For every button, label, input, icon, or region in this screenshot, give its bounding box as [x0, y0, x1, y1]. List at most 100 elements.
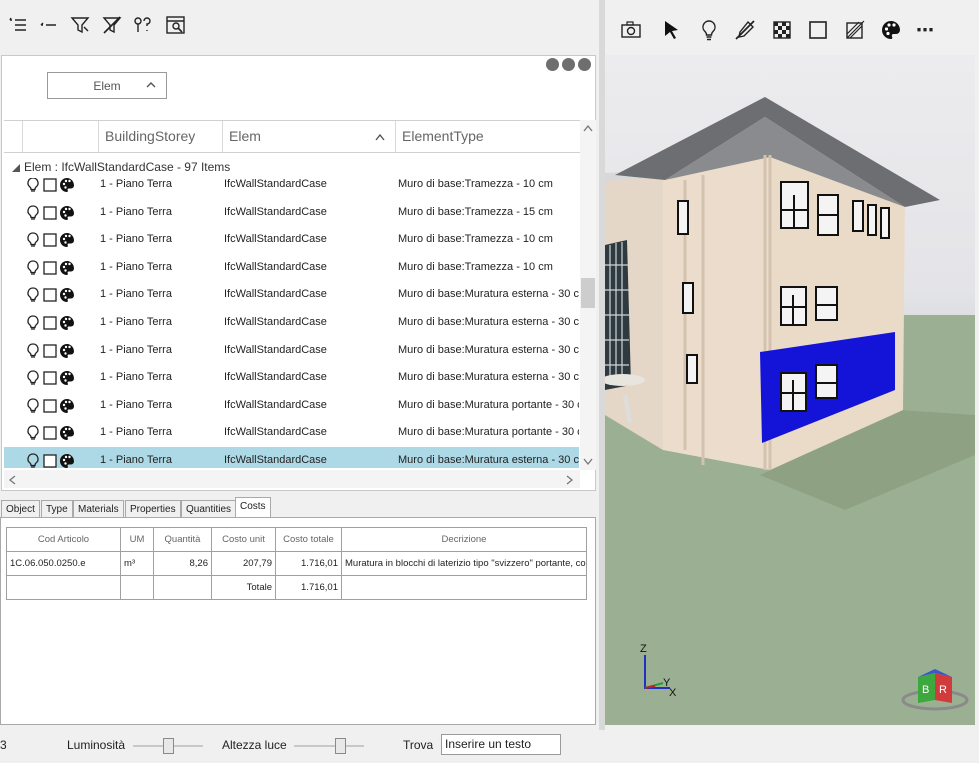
collapse-triangle-icon[interactable]	[12, 164, 20, 172]
scroll-left-icon[interactable]	[8, 475, 16, 485]
more-options-icon[interactable]	[546, 58, 591, 71]
table-row[interactable]: 1 - Piano Terra IfcWallStandardCase Muro d…	[4, 337, 579, 365]
palette-icon[interactable]	[60, 178, 74, 193]
light-height-slider[interactable]	[294, 738, 364, 754]
light-height-slider-thumb[interactable]	[335, 738, 347, 754]
bulb-icon[interactable]	[26, 370, 40, 386]
checkbox-icon[interactable]	[43, 398, 57, 414]
table-row[interactable]: 1 - Piano Terra IfcWallStandardCase Muro d…	[4, 309, 579, 337]
table-row[interactable]: 1 - Piano Terra IfcWallStandardCase Muro d…	[4, 226, 579, 254]
row-icons	[26, 178, 74, 193]
group-by-chip[interactable]: Elem	[47, 72, 167, 99]
cell-elem: IfcWallStandardCase	[224, 178, 327, 190]
checkbox-icon[interactable]	[43, 205, 57, 221]
palette-icon[interactable]	[60, 315, 74, 331]
bulb-icon[interactable]	[696, 17, 722, 43]
palette-icon[interactable]	[60, 370, 74, 386]
camera-icon[interactable]	[618, 17, 644, 43]
checkbox-icon[interactable]	[43, 425, 57, 441]
collapse-icon[interactable]	[34, 12, 62, 38]
table-row[interactable]: 1 - Piano Terra IfcWallStandardCase Muro d…	[4, 199, 579, 227]
checker-icon[interactable]	[769, 17, 795, 43]
palette-icon[interactable]	[878, 17, 904, 43]
palette-icon[interactable]	[60, 425, 74, 441]
vertical-scroll-thumb[interactable]	[581, 278, 595, 308]
tab-materials[interactable]: Materials	[73, 500, 124, 518]
group-header-row[interactable]: Elem : IfcWallStandardCase - 97 Items	[4, 156, 580, 178]
tab-properties[interactable]: Properties	[125, 500, 181, 518]
bulb-icon[interactable]	[26, 232, 40, 248]
chevron-up-icon	[146, 82, 156, 88]
table-row[interactable]: 1 - Piano Terra IfcWallStandardCase Muro d…	[4, 364, 579, 392]
bulb-icon[interactable]	[26, 453, 40, 468]
column-header-storey[interactable]: BuildingStorey	[98, 121, 222, 152]
search-input[interactable]: Inserire un testo	[441, 734, 561, 755]
column-header-elem[interactable]: Elem	[222, 121, 395, 152]
costs-row[interactable]: 1C.06.050.0250.e m³ 8,26 207,79 1.716,01…	[6, 551, 587, 576]
square-icon[interactable]	[805, 17, 831, 43]
bulb-icon[interactable]	[26, 398, 40, 414]
checkbox-icon[interactable]	[43, 343, 57, 359]
bulb-icon[interactable]	[26, 342, 40, 359]
3d-viewport[interactable]: Z Y X B R	[605, 55, 975, 725]
cell-storey: 1 - Piano Terra	[100, 454, 172, 466]
cell-elementtype: Muro di base:Muratura portante - 30 cm	[398, 398, 579, 411]
status-fragment: 3	[0, 738, 7, 752]
checkbox-icon[interactable]	[43, 178, 57, 193]
table-row[interactable]: 1 - Piano Terra IfcWallStandardCase Muro d…	[4, 178, 579, 199]
tab-type[interactable]: Type	[41, 500, 73, 518]
bulb-icon[interactable]	[26, 425, 40, 441]
pointer-icon[interactable]	[659, 17, 685, 43]
cell-storey: 1 - Piano Terra	[100, 426, 172, 439]
checkbox-icon[interactable]	[43, 370, 57, 386]
palette-icon[interactable]	[60, 287, 74, 303]
column-header-elementtype[interactable]: ElementType	[395, 121, 580, 152]
table-row[interactable]: 1 - Piano Terra IfcWallStandardCase Muro d…	[4, 281, 579, 309]
bulb-icon[interactable]	[26, 287, 40, 303]
palette-icon[interactable]	[60, 232, 74, 248]
table-row[interactable]: 1 - Piano Terra IfcWallStandardCase Muro d…	[4, 419, 579, 447]
palette-icon[interactable]	[60, 343, 74, 359]
scroll-right-icon[interactable]	[566, 475, 574, 485]
brightness-slider[interactable]	[133, 738, 203, 754]
table-row-selected[interactable]: 1 - Piano Terra IfcWallStandardCase Muro d…	[4, 447, 579, 468]
cell-storey: 1 - Piano Terra	[100, 205, 172, 218]
table-row[interactable]: 1 - Piano Terra IfcWallStandardCase Muro d…	[4, 254, 579, 282]
tab-object[interactable]: Object	[1, 500, 40, 518]
checkbox-icon[interactable]	[43, 453, 57, 468]
search-help-icon[interactable]	[128, 12, 156, 38]
palette-icon[interactable]	[60, 260, 74, 276]
hide-icon[interactable]	[732, 17, 758, 43]
palette-icon[interactable]	[60, 453, 74, 468]
tab-quantities[interactable]: Quantities	[181, 500, 237, 518]
bulb-icon[interactable]	[26, 178, 40, 193]
brightness-slider-thumb[interactable]	[162, 738, 174, 754]
bulb-icon[interactable]	[26, 260, 40, 276]
checkbox-icon[interactable]	[43, 232, 57, 248]
cell-elem: IfcWallStandardCase	[224, 454, 327, 466]
table-row[interactable]: 1 - Piano Terra IfcWallStandardCase Muro d…	[4, 392, 579, 420]
find-report-icon[interactable]	[162, 12, 190, 38]
bulb-icon[interactable]	[26, 315, 40, 331]
tab-costs[interactable]: Costs	[235, 497, 271, 518]
section-icon[interactable]	[842, 17, 868, 43]
checkbox-icon[interactable]	[43, 315, 57, 331]
cell-elementtype: Muro di base:Tramezza - 15 cm	[398, 205, 553, 218]
cell-elementtype: Muro di base:Muratura esterna - 30 cm	[398, 316, 579, 328]
cell-elementtype: Muro di base:Muratura esterna - 30 cm	[398, 371, 579, 384]
bulb-icon[interactable]	[26, 204, 40, 221]
checkbox-icon[interactable]	[43, 287, 57, 303]
filter-clear-icon[interactable]	[98, 12, 126, 38]
palette-icon[interactable]	[60, 398, 74, 414]
checkbox-icon[interactable]	[43, 260, 57, 276]
light-height-label: Altezza luce	[222, 738, 287, 752]
scroll-up-icon[interactable]	[583, 124, 593, 132]
cell-empty	[341, 575, 587, 600]
list-indent-icon[interactable]	[4, 12, 32, 38]
vertical-scrollbar[interactable]	[580, 120, 596, 470]
filter-icon[interactable]	[66, 12, 94, 38]
more-icon[interactable]: ⋯	[912, 17, 938, 43]
scroll-down-icon[interactable]	[583, 458, 593, 466]
palette-icon[interactable]	[60, 205, 74, 221]
horizontal-scrollbar[interactable]	[4, 470, 580, 488]
